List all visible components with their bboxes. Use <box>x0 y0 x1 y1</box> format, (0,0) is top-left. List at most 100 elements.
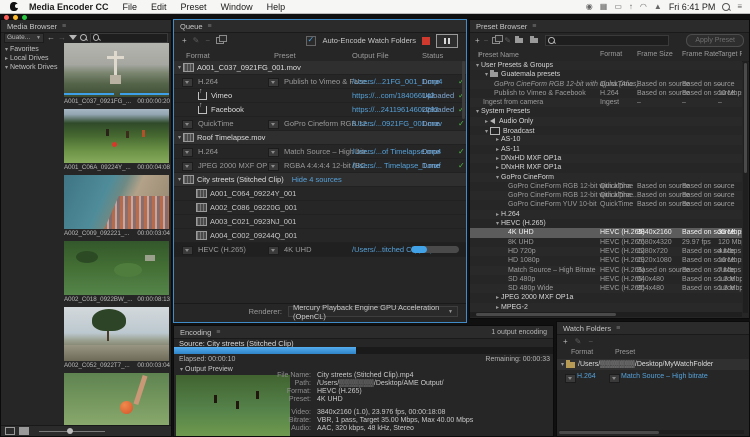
queue-source-row[interactable]: City streets (Stitched Clip) Hide 4 sour… <box>174 173 466 187</box>
renderer-dropdown[interactable]: Mercury Playback Engine GPU Acceleration… <box>288 306 458 317</box>
chevron-down-icon[interactable] <box>559 361 566 368</box>
preset-row-selected[interactable]: 4K UHDHEVC (H.265)3840x2160Based on sour… <box>470 228 742 237</box>
watch-folder-row[interactable]: /Users/▒▒▒▒▒▒▒/Desktop/MyWatchFolder <box>557 359 749 370</box>
list-view-icon[interactable] <box>5 427 15 435</box>
column-frame-size[interactable]: Frame Size <box>637 51 673 58</box>
preset-settings-icon[interactable] <box>504 36 511 45</box>
eject-icon[interactable]: ▲ <box>654 2 662 12</box>
display-extra-icon[interactable]: ▭ <box>614 2 622 12</box>
preset-folder-row[interactable]: Broadcast <box>470 126 742 135</box>
panel-menu-icon[interactable] <box>62 23 66 30</box>
notification-center-icon[interactable]: ≡ <box>737 2 742 12</box>
queue-source-row[interactable]: Roof Timelapse.mov <box>174 131 466 145</box>
stop-queue-icon[interactable] <box>422 37 430 45</box>
new-group-icon[interactable] <box>492 37 500 44</box>
preset-vertical-scrollbar[interactable] <box>743 61 748 313</box>
menu-file[interactable]: File <box>123 2 138 12</box>
media-clip-thumbnail-soccer[interactable] <box>64 109 169 163</box>
forward-button[interactable]: → <box>58 34 66 42</box>
remove-preset-icon[interactable]: − <box>484 36 489 45</box>
chevron-down-icon[interactable] <box>176 176 183 183</box>
preset-group-row[interactable]: MPEG-2 <box>470 303 742 312</box>
preset-folder-row[interactable]: Audio Only <box>470 117 742 126</box>
format-dropdown[interactable] <box>182 162 193 171</box>
tree-item-network-drives[interactable]: Network Drives <box>1 63 63 72</box>
format-dropdown[interactable] <box>182 78 193 87</box>
preset-row[interactable]: Match Source – High BitrateHEVC (H.265)B… <box>470 266 742 275</box>
remove-icon[interactable]: − <box>588 337 593 346</box>
preset-group-row[interactable]: AS-10 <box>470 135 742 144</box>
menu-window[interactable]: Window <box>221 2 253 12</box>
scrub-bar[interactable] <box>64 93 169 96</box>
export-preset-icon[interactable] <box>530 38 538 43</box>
preset-row[interactable]: SD 480pHEVC (H.265)640x480Based on sourc… <box>470 275 742 284</box>
zoom-tool-icon[interactable] <box>80 34 87 41</box>
preset-row[interactable]: 8K UHDHEVC (H.265)7680x432029.97 fps120 … <box>470 238 742 247</box>
queue-stitch-source-row[interactable]: A004_C002_09244Q_001 <box>174 229 466 243</box>
preset-group-row[interactable]: AS-11 <box>470 145 742 154</box>
preset-horizontal-scrollbar[interactable] <box>470 312 742 317</box>
window-close-button[interactable] <box>4 15 9 20</box>
queue-output-row[interactable]: QuickTime GoPro Cineform RGB 12... /User… <box>174 117 466 131</box>
preset-row[interactable]: GoPro CineForm RGB 12-bit with alphaQuic… <box>470 182 742 191</box>
media-clip-thumbnail-cross[interactable] <box>64 43 169 97</box>
location-dropdown[interactable]: Guate... ▼ <box>4 33 44 43</box>
preset-row[interactable]: GoPro CineForm YUV 10-bitQuickTimeBased … <box>470 200 742 209</box>
chevron-down-icon[interactable] <box>176 64 183 71</box>
preset-row[interactable]: Ingest from cameraIngest––– <box>470 98 742 107</box>
queue-output-row[interactable]: H.264 Match Source – High bitr... /Users… <box>174 145 466 159</box>
output-format[interactable]: H.264 <box>198 77 218 86</box>
duplicate-icon[interactable] <box>216 37 224 44</box>
preset-dropdown[interactable] <box>609 374 620 383</box>
window-minimize-button[interactable] <box>13 15 18 20</box>
thumbnail-view-icon[interactable] <box>19 427 29 435</box>
media-clip-thumbnail-jungle[interactable] <box>64 241 169 295</box>
queue-stitch-source-row[interactable]: A001_C064_09224Y_001 <box>174 187 466 201</box>
output-preset[interactable]: 4K UHD <box>284 245 312 254</box>
queue-stitch-source-row[interactable]: A002_C086_09220G_001 <box>174 201 466 215</box>
column-format[interactable]: Format <box>600 51 622 58</box>
preset-group-row[interactable]: H.264 <box>470 210 742 219</box>
menu-app-name[interactable]: Media Encoder CC <box>29 2 109 12</box>
camera-extra-icon[interactable]: ◉ <box>586 2 593 12</box>
panel-menu-icon[interactable] <box>216 329 220 336</box>
panel-menu-icon[interactable] <box>532 23 536 30</box>
back-button[interactable]: ← <box>47 34 55 42</box>
preset-row[interactable]: SD 480p WideHEVC (H.265)854x480Based on … <box>470 284 742 293</box>
menu-edit[interactable]: Edit <box>151 2 167 12</box>
output-format[interactable]: JPEG 2000 MXF OP1a <box>198 161 276 170</box>
preset-group-row[interactable]: HEVC (H.265) <box>470 219 742 228</box>
chevron-down-icon[interactable] <box>176 134 183 141</box>
slider-knob[interactable] <box>67 428 73 434</box>
queue-stitch-source-row[interactable]: A003_C021_0923NJ_001 <box>174 215 466 229</box>
hide-sources-link[interactable]: Hide 4 sources <box>292 175 342 184</box>
preset-section-row[interactable]: System Presets <box>470 107 742 116</box>
apple-menu-icon[interactable] <box>10 2 18 11</box>
edit-icon[interactable] <box>575 337 582 346</box>
format-dropdown[interactable] <box>182 120 193 129</box>
preset-folder-row[interactable]: Guatemala presets <box>470 70 742 79</box>
media-search-input[interactable] <box>101 34 165 41</box>
preset-dropdown[interactable] <box>268 246 279 255</box>
tree-item-local-drives[interactable]: Local Drives <box>1 54 63 63</box>
column-frame-rate[interactable]: Frame Rate <box>682 51 719 58</box>
add-preset-icon[interactable]: + <box>475 36 480 45</box>
media-clip-thumbnail-town[interactable] <box>64 175 169 229</box>
preset-row[interactable]: GoPro CineForm RGB 12-bit with alpha...Q… <box>470 191 742 200</box>
filter-icon[interactable] <box>69 35 77 40</box>
preset-section-row[interactable]: User Presets & Groups <box>470 61 742 70</box>
column-target-rate[interactable]: Target Rate <box>718 51 742 58</box>
window-zoom-button[interactable] <box>22 15 27 20</box>
menu-help[interactable]: Help <box>267 2 286 12</box>
queue-publish-row[interactable]: Facebook https://...24119614602283 Uploa… <box>174 103 466 117</box>
thumbnail-size-slider[interactable] <box>39 431 105 432</box>
menubar-clock[interactable]: Fri 6:41 PM <box>669 2 716 12</box>
queue-output-row[interactable]: JPEG 2000 MXF OP1a RGBA 4:4:4:4 12-bit (… <box>174 159 466 173</box>
preset-dropdown[interactable] <box>268 162 279 171</box>
import-preset-icon[interactable] <box>515 38 523 43</box>
preset-row[interactable]: Publish to Vimeo & FacebookH.264Based on… <box>470 89 742 98</box>
add-watch-folder-icon[interactable]: + <box>563 337 568 346</box>
remove-icon[interactable]: − <box>205 36 210 45</box>
watch-folder-output-row[interactable]: H.264 Match Source – High bitrate <box>557 371 749 383</box>
preset-row[interactable]: GoPro CineForm RGB 12-bit with alpha (Al… <box>470 80 742 89</box>
